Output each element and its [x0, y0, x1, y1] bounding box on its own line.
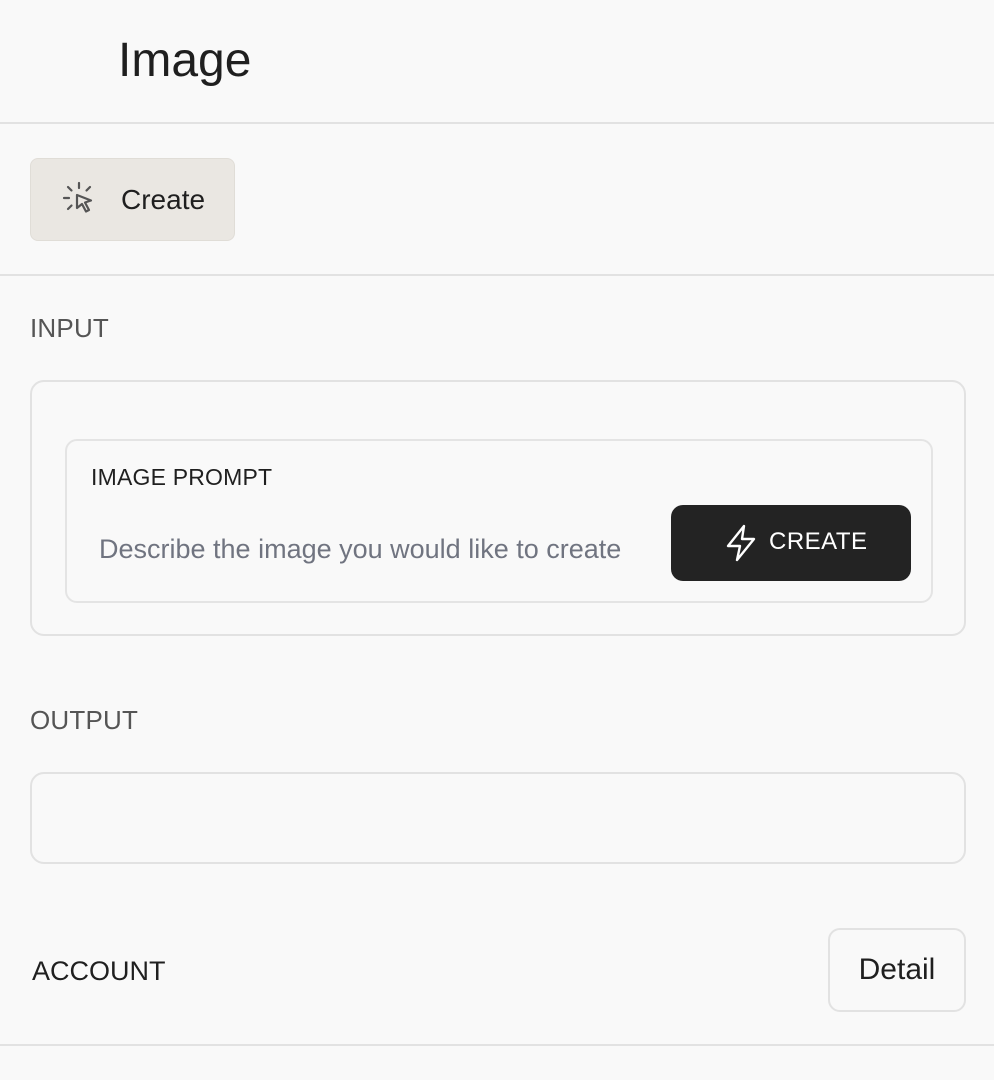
create-mode-button[interactable]: Create: [30, 158, 235, 241]
image-prompt-box: IMAGE PROMPT CREATE: [65, 439, 933, 603]
create-mode-label: Create: [121, 184, 206, 215]
page-title: Image: [118, 34, 252, 87]
input-section-label: INPUT: [30, 313, 109, 343]
input-card: IMAGE PROMPT CREATE: [30, 380, 966, 636]
account-label: ACCOUNT: [32, 956, 166, 986]
account-detail-button[interactable]: Detail: [828, 928, 966, 1012]
create-image-button-label: CREATE: [769, 528, 868, 555]
toolbar: Create: [0, 124, 994, 276]
image-prompt-input[interactable]: [87, 529, 677, 569]
image-page: Image Create INPUT IMAGE PROMPT CREAT: [0, 0, 994, 1080]
image-prompt-label: IMAGE PROMPT: [91, 464, 273, 490]
lightning-bolt-icon: [726, 524, 756, 562]
account-detail-button-label: Detail: [858, 953, 936, 986]
cursor-click-icon: [62, 181, 93, 213]
create-image-button[interactable]: CREATE: [671, 505, 911, 581]
output-area: [30, 772, 966, 864]
output-section-label: OUTPUT: [30, 705, 139, 735]
page-header: Image: [0, 0, 994, 124]
account-row: ACCOUNT Detail: [0, 900, 994, 1046]
